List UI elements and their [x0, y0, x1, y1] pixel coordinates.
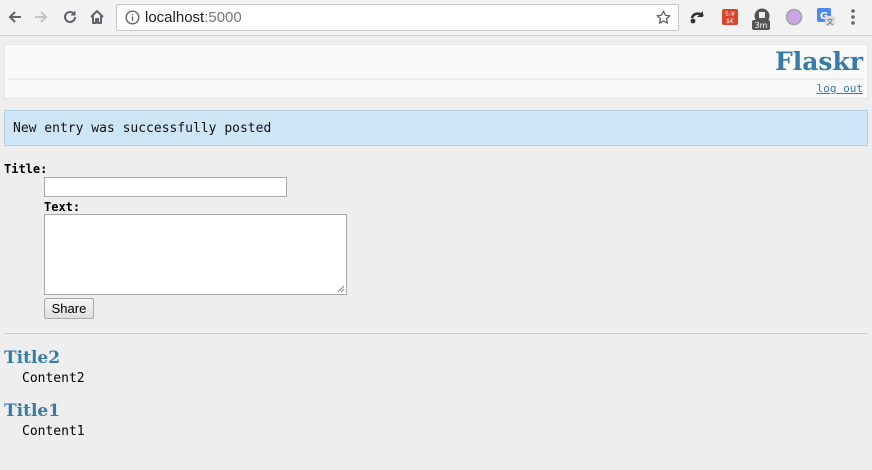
entry-title: Title1	[4, 401, 61, 421]
url-host: localhost	[145, 9, 205, 26]
flash-message: New entry was successfully posted	[4, 110, 868, 146]
browser-toolbar: localhost:5000 5:¥ $€ 3m G 文	[0, 0, 872, 36]
reload-button[interactable]	[60, 7, 80, 27]
title-label: Title:	[4, 162, 48, 176]
info-icon[interactable]	[125, 10, 140, 25]
circle-extension-icon	[785, 8, 803, 26]
resize-grip-icon[interactable]	[336, 284, 345, 293]
header-rule	[8, 78, 864, 80]
extension-badge-text: 3m	[755, 21, 768, 30]
arrow-right-icon	[35, 11, 48, 23]
url-port: :5000	[204, 9, 242, 26]
page-content: Flaskr log out New entry was successfull…	[0, 36, 872, 470]
text-label: Text:	[44, 200, 81, 214]
entry-title: Title2	[4, 348, 61, 368]
title-input[interactable]	[44, 177, 287, 197]
back-button[interactable]	[5, 7, 25, 27]
bookmark-star-icon[interactable]	[655, 9, 672, 26]
svg-text:文: 文	[827, 17, 834, 26]
entry-content: Content2	[22, 371, 85, 386]
more-menu-icon[interactable]	[851, 9, 855, 25]
site-title: Flaskr	[774, 47, 863, 76]
share-button[interactable]: Share	[44, 298, 94, 319]
logout-link[interactable]: log out	[817, 82, 863, 95]
text-textarea[interactable]	[44, 214, 347, 295]
extension-calendar-button[interactable]: 5:¥ $€	[720, 7, 740, 27]
forward-button[interactable]	[31, 7, 51, 27]
arrow-left-icon	[8, 11, 21, 23]
svg-text:$€: $€	[726, 18, 734, 25]
calendar-extension-icon: 5:¥ $€	[722, 9, 738, 25]
home-button[interactable]	[87, 7, 107, 27]
extension-circle-button[interactable]	[784, 7, 804, 27]
section-divider	[4, 333, 868, 334]
extension-3m-button[interactable]: 3m	[751, 7, 771, 30]
address-bar[interactable]: localhost:5000	[116, 4, 679, 31]
url-text[interactable]: localhost:5000	[145, 9, 242, 26]
extension-reload-button[interactable]	[688, 7, 708, 27]
undo-arrow-icon	[690, 11, 704, 24]
svg-text:5:¥: 5:¥	[725, 11, 735, 18]
extension-translate-button[interactable]: G 文	[816, 7, 836, 27]
3m-badge-extension-icon: 3m	[752, 8, 770, 30]
home-icon	[90, 10, 104, 24]
reload-icon	[64, 10, 76, 23]
page-header: Flaskr log out	[4, 44, 868, 99]
translate-extension-icon: G 文	[817, 8, 835, 26]
entry-content: Content1	[22, 424, 85, 439]
